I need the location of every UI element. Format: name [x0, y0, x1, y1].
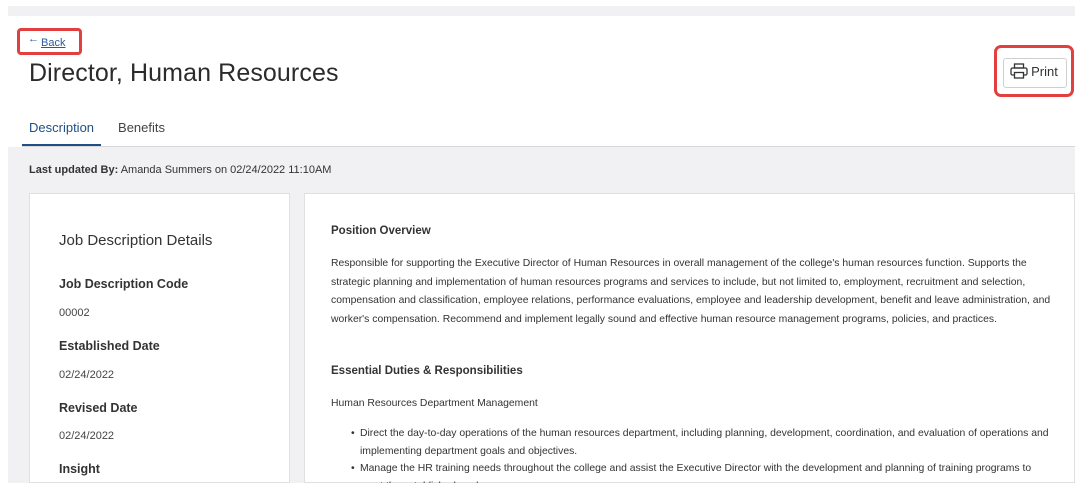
last-updated-label: Last updated By: [29, 164, 119, 176]
position-overview-heading: Position Overview [331, 225, 431, 237]
print-button[interactable]: Print [994, 45, 1074, 97]
job-description-code-label: Job Description Code [59, 277, 189, 291]
established-date-value: 02/24/2022 [59, 369, 115, 381]
essential-duties-heading: Essential Duties & Responsibilities [331, 365, 523, 377]
duties-subheading: Human Resources Department Management [331, 398, 538, 409]
last-updated-value: Amanda Summers on 02/24/2022 11:10AM [120, 164, 332, 176]
duties-list: Direct the day-to-day operations of the … [351, 425, 1057, 483]
tab-benefits[interactable]: Benefits [111, 120, 172, 147]
tab-bar: Description Benefits [22, 120, 182, 147]
established-date-label: Established Date [59, 339, 160, 353]
top-strip [8, 6, 1075, 16]
revised-date-value: 02/24/2022 [59, 430, 115, 442]
back-link[interactable]: ← Back [17, 28, 82, 55]
list-item: Manage the HR training needs throughout … [351, 460, 1057, 483]
position-overview-text: Responsible for supporting the Executive… [331, 258, 1051, 325]
back-arrow-icon: ← [28, 33, 39, 45]
tab-description[interactable]: Description [22, 120, 102, 147]
job-description-code-value: 00002 [59, 307, 90, 319]
insight-label: Insight [59, 462, 100, 476]
job-details-card: Job Description Details Job Description … [29, 193, 290, 483]
details-card-title: Job Description Details [59, 232, 213, 249]
last-updated: Last updated By: Amanda Summers on 02/24… [29, 164, 331, 176]
page-title: Director, Human Resources [29, 59, 339, 87]
back-link-label: Back [41, 37, 66, 49]
list-item: Direct the day-to-day operations of the … [351, 425, 1057, 460]
printer-icon [1010, 63, 1028, 79]
print-button-label: Print [1031, 63, 1058, 79]
description-card: Position Overview Responsible for suppor… [304, 193, 1075, 483]
revised-date-label: Revised Date [59, 401, 138, 415]
